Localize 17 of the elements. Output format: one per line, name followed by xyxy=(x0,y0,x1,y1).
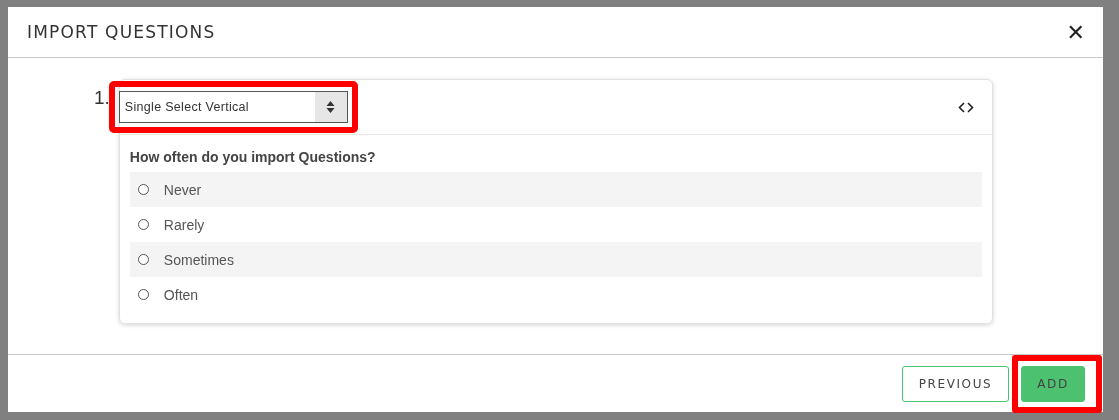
option-label[interactable]: Often xyxy=(163,286,199,303)
radio-button[interactable] xyxy=(137,184,149,195)
question-number: 1. xyxy=(94,87,110,109)
question-type-select[interactable]: Single Select Vertical xyxy=(118,91,348,123)
question-text: How often do you import Questions? xyxy=(129,149,377,165)
radio-button[interactable] xyxy=(137,219,149,230)
code-icon[interactable] xyxy=(957,101,974,113)
close-button[interactable]: ✕ xyxy=(1062,19,1089,45)
option-label[interactable]: Sometimes xyxy=(163,251,234,268)
up-down-icon xyxy=(326,100,336,114)
radio-button[interactable] xyxy=(137,254,149,265)
dialog-title: IMPORT QUESTIONS xyxy=(27,22,216,42)
add-button[interactable]: ADD xyxy=(1021,365,1085,402)
radio-button[interactable] xyxy=(137,289,149,300)
option-label[interactable]: Never xyxy=(163,181,202,198)
previous-button[interactable]: PREVIOUS xyxy=(902,365,1009,402)
option-label[interactable]: Rarely xyxy=(163,216,205,233)
